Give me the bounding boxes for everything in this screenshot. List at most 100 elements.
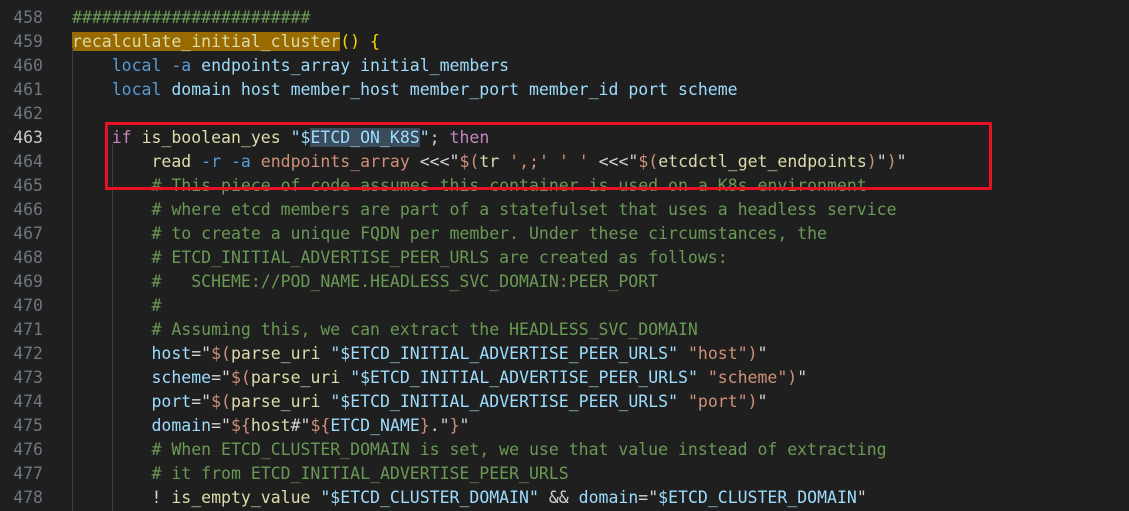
code-line[interactable]: 473 scheme="$(parse_uri "$ETCD_INITIAL_A…: [0, 366, 1129, 390]
code-text: # to create a unique FQDN per member. Un…: [72, 222, 827, 246]
code-token: parse_uri: [230, 344, 321, 363]
line-number: 460: [13, 56, 43, 75]
code-token: # to create a unique FQDN per member. Un…: [151, 224, 827, 243]
line-number: 466: [13, 200, 43, 219]
line-number: 463: [13, 128, 43, 147]
code-line[interactable]: 471 # Assuming this, we can extract the …: [0, 318, 1129, 342]
code-line[interactable]: 474 port="$(parse_uri "$ETCD_INITIAL_ADV…: [0, 390, 1129, 414]
code-token: # When ETCD_CLUSTER_DOMAIN is set, we us…: [151, 440, 887, 459]
code-token: &&: [538, 488, 579, 507]
highlight-annotation-box: [105, 122, 992, 190]
code-token: =": [638, 488, 659, 507]
line-number: 461: [13, 80, 43, 99]
code-token: }: [449, 416, 460, 435]
code-line[interactable]: 478 ! is_empty_value "$ETCD_CLUSTER_DOMA…: [0, 486, 1129, 510]
line-number: 478: [13, 488, 43, 507]
code-token: =": [211, 368, 231, 387]
code-token: endpoints_array initial_members: [201, 56, 510, 75]
code-token: host: [151, 344, 192, 363]
code-token: domain host member_host member_port memb…: [171, 80, 738, 99]
line-number: 462: [13, 104, 43, 123]
code-text: #: [72, 294, 161, 318]
line-number: 471: [13, 320, 43, 339]
line-number: 476: [13, 440, 43, 459]
code-token: $(: [211, 344, 231, 363]
code-token: =": [211, 416, 231, 435]
code-text: # where etcd members are part of a state…: [72, 198, 897, 222]
code-line[interactable]: 459 recalculate_initial_cluster() {: [0, 30, 1129, 54]
code-token: domain: [151, 416, 212, 435]
code-line[interactable]: 470 #: [0, 294, 1129, 318]
code-line[interactable]: 467 # to create a unique FQDN per member…: [0, 222, 1129, 246]
line-number: 473: [13, 368, 43, 387]
line-number: 474: [13, 392, 43, 411]
code-line[interactable]: 466 # where etcd members are part of a s…: [0, 198, 1129, 222]
code-token: =": [191, 344, 212, 363]
code-token: "port": [687, 392, 748, 411]
code-token: recalculate_initial_cluster: [72, 32, 341, 51]
code-token: "scheme": [707, 368, 788, 387]
code-line[interactable]: 458 ########################: [0, 6, 1129, 30]
code-token: }: [419, 416, 430, 435]
code-line[interactable]: 460 local -a endpoints_array initial_mem…: [0, 54, 1129, 78]
code-token: ": [757, 392, 768, 411]
code-token: port: [151, 392, 192, 411]
code-text: # ETCD_INITIAL_ADVERTISE_PEER_URLS are c…: [72, 246, 727, 270]
code-token: # Assuming this, we can extract the HEAD…: [151, 320, 698, 339]
code-text: ########################: [72, 6, 310, 30]
code-token: local: [111, 80, 162, 99]
line-number: 469: [13, 272, 43, 291]
code-token: # SCHEME://POD_NAME.HEADLESS_SVC_DOMAIN:…: [151, 272, 659, 291]
code-text: # it from ETCD_INITIAL_ADVERTISE_PEER_UR…: [72, 462, 569, 486]
code-token: $ETCD_CLUSTER_DOMAIN: [658, 488, 857, 507]
code-line[interactable]: 472 host="$(parse_uri "$ETCD_INITIAL_ADV…: [0, 342, 1129, 366]
code-token: "$ETCD_CLUSTER_DOMAIN": [320, 488, 539, 507]
code-line[interactable]: 476 # When ETCD_CLUSTER_DOMAIN is set, w…: [0, 438, 1129, 462]
code-text: # Assuming this, we can extract the HEAD…: [72, 318, 698, 342]
code-text: port="$(parse_uri "$ETCD_INITIAL_ADVERTI…: [72, 390, 767, 414]
code-token: ): [747, 344, 758, 363]
code-line[interactable]: 477 # it from ETCD_INITIAL_ADVERTISE_PEE…: [0, 462, 1129, 486]
code-token: ########################: [72, 8, 311, 27]
code-token: ": [757, 344, 768, 363]
code-text: recalculate_initial_cluster() {: [72, 30, 380, 54]
code-text: host="$(parse_uri "$ETCD_INITIAL_ADVERTI…: [72, 342, 767, 366]
code-token: # where etcd members are part of a state…: [151, 200, 897, 219]
code-line[interactable]: 468 # ETCD_INITIAL_ADVERTISE_PEER_URLS a…: [0, 246, 1129, 270]
code-token: parse_uri: [230, 392, 321, 411]
code-token: ${: [230, 416, 251, 435]
code-token: ": [797, 368, 808, 387]
code-token: # it from ETCD_INITIAL_ADVERTISE_PEER_UR…: [151, 464, 569, 483]
code-token: !: [151, 488, 172, 507]
code-token: -a: [171, 56, 192, 75]
line-number: 470: [13, 296, 43, 315]
code-token: "$ETCD_INITIAL_ADVERTISE_PEER_URLS": [350, 368, 698, 387]
code-token: "host": [687, 344, 748, 363]
code-text: ! is_empty_value "$ETCD_CLUSTER_DOMAIN" …: [72, 486, 867, 510]
code-token: () {: [340, 32, 380, 51]
code-line[interactable]: 461 local domain host member_host member…: [0, 78, 1129, 102]
code-token: ": [856, 488, 867, 507]
code-token: ): [787, 368, 798, 387]
code-line[interactable]: 469 # SCHEME://POD_NAME.HEADLESS_SVC_DOM…: [0, 270, 1129, 294]
code-token: $(: [211, 392, 231, 411]
code-token: is_empty_value: [171, 488, 311, 507]
code-token: parse_uri: [250, 368, 341, 387]
code-token: ": [459, 416, 470, 435]
code-token: #: [151, 296, 162, 315]
line-number: 472: [13, 344, 43, 363]
code-token: "$ETCD_INITIAL_ADVERTISE_PEER_URLS": [330, 392, 679, 411]
code-line[interactable]: 475 domain="${host#"${ETCD_NAME}."}": [0, 414, 1129, 438]
code-token: host: [250, 416, 291, 435]
line-number: 458: [13, 8, 43, 27]
line-number: 477: [13, 464, 43, 483]
code-token: domain: [578, 488, 639, 507]
